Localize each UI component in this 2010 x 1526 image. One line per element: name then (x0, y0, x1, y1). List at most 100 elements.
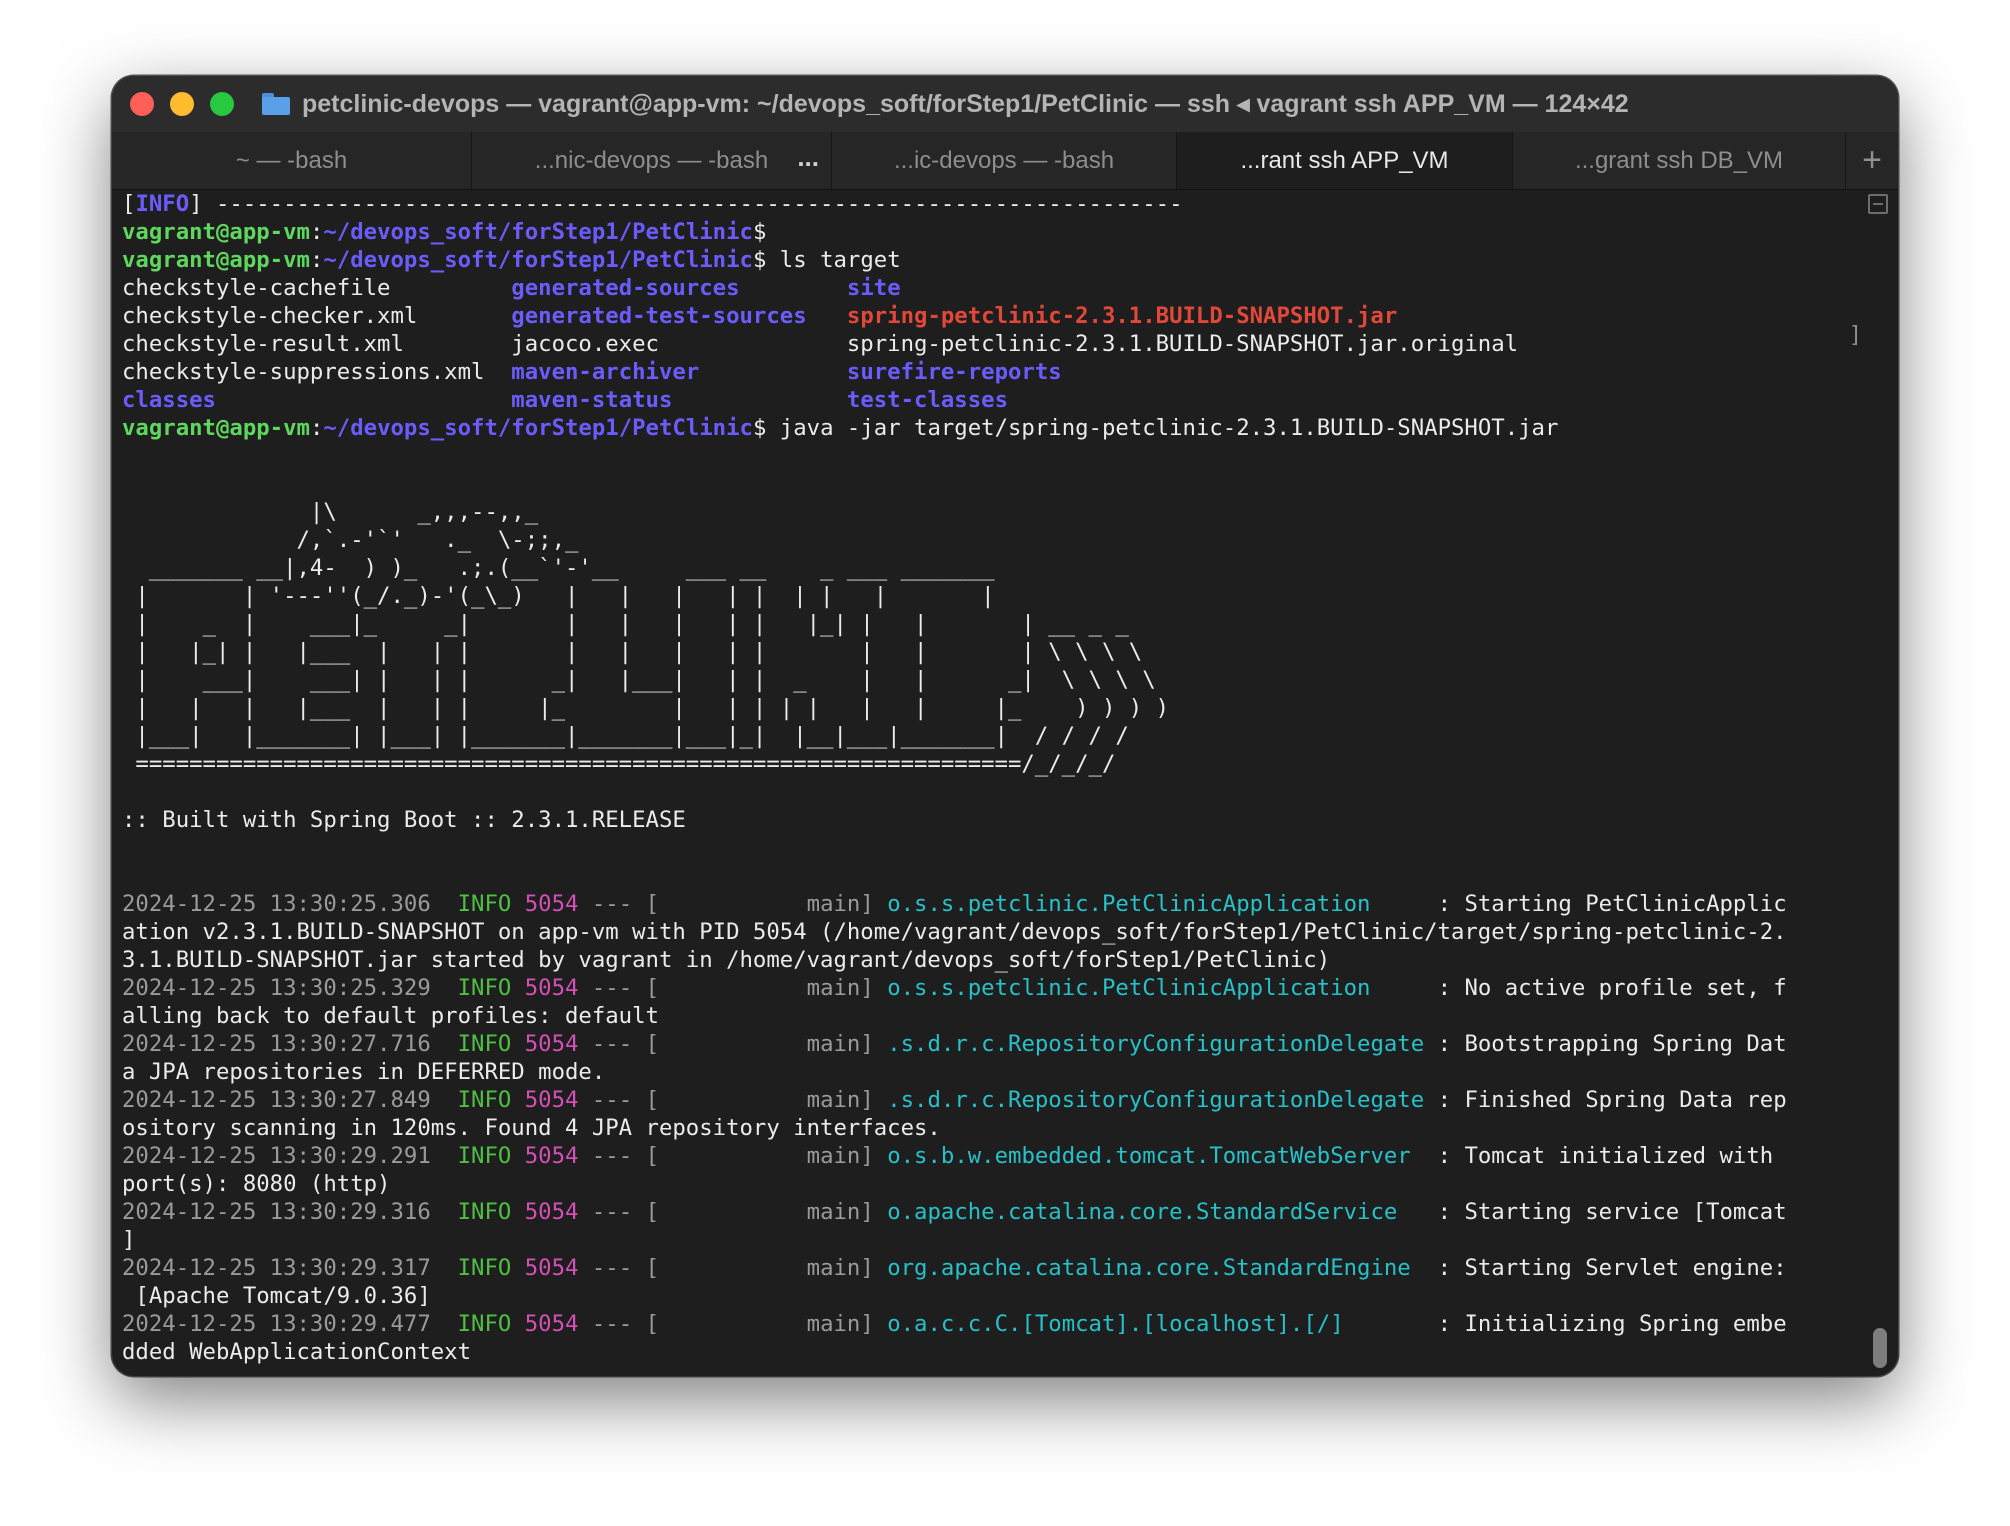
terminal-segment: 2024-12-25 13:30:29.291 (122, 1143, 458, 1169)
scroll-thumb[interactable] (1873, 1328, 1887, 1368)
terminal-line: checkstyle-checker.xml generated-test-so… (122, 302, 1862, 330)
tab-4[interactable]: ...rant ssh APP_VM (1177, 132, 1513, 189)
scrollbar[interactable] (1868, 190, 1890, 1376)
terminal-segment: 3.1.BUILD-SNAPSHOT.jar started by vagran… (122, 947, 1331, 973)
terminal-segment: ~/devops_soft/forStep1/PetClinic (323, 219, 753, 245)
terminal-line: 2024-12-25 13:30:27.849 INFO 5054 --- [ … (122, 1086, 1862, 1114)
terminal-segment (511, 891, 524, 917)
tab-bar: ~ — -bash ...nic-devops — -bash... ...ic-d… (112, 132, 1898, 190)
terminal-line: ​ (122, 470, 1862, 498)
terminal-segment: $ ls target (752, 247, 901, 273)
terminal-segment: 2024-12-25 13:30:29.477 (122, 1311, 458, 1337)
terminal-segment (699, 359, 847, 385)
terminal-segment: vagrant@app-vm (122, 247, 310, 273)
title-bar[interactable]: petclinic-devops — vagrant@app-vm: ~/dev… (112, 76, 1898, 132)
zoom-window-button[interactable] (210, 92, 234, 116)
terminal-line: ========================================… (122, 750, 1862, 778)
new-tab-button[interactable]: + (1846, 132, 1898, 189)
terminal-line: vagrant@app-vm:~/devops_soft/forStep1/Pe… (122, 414, 1862, 442)
terminal-segment: site (846, 275, 901, 301)
terminal-window: petclinic-devops — vagrant@app-vm: ~/dev… (112, 76, 1898, 1376)
terminal-segment: ository scanning in 120ms. Found 4 JPA r… (122, 1115, 941, 1141)
terminal-segment: 5054 (524, 1143, 579, 1169)
terminal-line: _______ __|,4- ) )_ .;.(__`'-'__ ___ __ … (122, 554, 1862, 582)
terminal-segment: |\ _,,,--,,_ (122, 499, 539, 525)
tab-5[interactable]: ...grant ssh DB_VM (1513, 132, 1846, 189)
terminal-line: ation v2.3.1.BUILD-SNAPSHOT on app-vm wi… (122, 918, 1862, 946)
terminal-segment: --- [ main] (578, 975, 888, 1001)
terminal-segment: | | '---''(_/._)-'(_\_) | | | | | | | | … (122, 583, 995, 609)
terminal-line: ository scanning in 120ms. Found 4 JPA r… (122, 1114, 1862, 1142)
terminal-line: vagrant@app-vm:~/devops_soft/forStep1/Pe… (122, 218, 1862, 246)
terminal-line: 3.1.BUILD-SNAPSHOT.jar started by vagran… (122, 946, 1862, 974)
terminal-segment: : (309, 415, 324, 441)
terminal-segment: .s.d.r.c.RepositoryConfigurationDelegate (887, 1031, 1425, 1057)
terminal-output[interactable]: [INFO] ---------------------------------… (122, 190, 1862, 1370)
terminal-segment: : Starting service [Tomcat (1424, 1199, 1787, 1225)
terminal-segment: 2024-12-25 13:30:29.316 (122, 1199, 458, 1225)
terminal-segment (511, 1255, 524, 1281)
terminal-segment: : Initializing Spring embe (1424, 1311, 1787, 1337)
terminal-segment: generated-test-sources (511, 303, 807, 329)
terminal-line: ​ (122, 778, 1862, 806)
terminal-segment: alling back to default profiles: default (122, 1003, 659, 1029)
window-title: petclinic-devops — vagrant@app-vm: ~/dev… (302, 90, 1629, 118)
terminal-segment: ation v2.3.1.BUILD-SNAPSHOT on app-vm wi… (122, 919, 1787, 945)
terminal-segment: | ___| ___| | | | _| |___| | | _ | | _| … (122, 667, 1156, 693)
terminal-line: | _ | ___|_ _| | | | | | |_| | | | __ _ … (122, 610, 1862, 638)
terminal-line: a JPA repositories in DEFERRED mode. (122, 1058, 1862, 1086)
terminal-segment: 5054 (524, 975, 579, 1001)
terminal-line: | ___| ___| | | | _| |___| | | _ | | _| … (122, 666, 1862, 694)
terminal-segment: INFO (457, 1199, 512, 1225)
terminal-line: /,`.-'`' ._ \-;;,_ (122, 526, 1862, 554)
minimize-window-button[interactable] (170, 92, 194, 116)
terminal-segment (511, 1311, 524, 1337)
terminal-segment: --- [ main] (578, 1031, 888, 1057)
tab-1[interactable]: ~ — -bash (112, 132, 472, 189)
terminal-segment: INFO (457, 1255, 512, 1281)
terminal-segment: --- [ main] (578, 1311, 888, 1337)
terminal-segment: 5054 (524, 1031, 579, 1057)
terminal-segment: $ (752, 219, 767, 245)
terminal-segment: .s.d.r.c.RepositoryConfigurationDelegate (887, 1087, 1425, 1113)
terminal-segment: vagrant@app-vm (122, 415, 310, 441)
terminal-segment: : (309, 247, 324, 273)
terminal-segment (740, 275, 847, 301)
tab-options-icon[interactable]: ... (797, 142, 819, 173)
terminal-line: |\ _,,,--,,_ (122, 498, 1862, 526)
terminal-line: 2024-12-25 13:30:29.291 INFO 5054 --- [ … (122, 1142, 1862, 1170)
terminal-line: ​ (122, 442, 1862, 470)
terminal-segment: o.a.c.c.C.[Tomcat].[localhost].[/] (887, 1311, 1425, 1337)
terminal-segment (511, 975, 524, 1001)
terminal-line: ​ (122, 834, 1862, 862)
terminal-segment: INFO (457, 1031, 512, 1057)
terminal-segment: _______ __|,4- ) )_ .;.(__`'-'__ ___ __ … (122, 555, 995, 581)
terminal-segment: : Tomcat initialized with (1424, 1143, 1774, 1169)
terminal-segment: 2024-12-25 13:30:29.317 (122, 1255, 458, 1281)
terminal-segment: spring-petclinic-2.3.1.BUILD-SNAPSHOT.ja… (846, 303, 1398, 329)
terminal-line: vagrant@app-vm:~/devops_soft/forStep1/Pe… (122, 246, 1862, 274)
terminal-segment: ~/devops_soft/forStep1/PetClinic (323, 415, 753, 441)
terminal-segment: org.apache.catalina.core.StandardEngine (887, 1255, 1425, 1281)
terminal-segment (807, 303, 847, 329)
traffic-lights (130, 92, 234, 116)
terminal-segment: ] (122, 1227, 136, 1253)
scroll-marker-icon[interactable] (1868, 194, 1888, 214)
terminal-segment: : (309, 219, 324, 245)
tab-2[interactable]: ...nic-devops — -bash... (472, 132, 832, 189)
terminal-segment: INFO (135, 191, 190, 217)
terminal-segment: | |_| | |___ | | | | | | | | | | | \ \ \… (122, 639, 1143, 665)
terminal-segment: 2024-12-25 13:30:25.329 (122, 975, 458, 1001)
terminal-line: [Apache Tomcat/9.0.36] (122, 1282, 1862, 1310)
terminal-line: | | '---''(_/._)-'(_\_) | | | | | | | | … (122, 582, 1862, 610)
terminal-segment: : No active profile set, f (1424, 975, 1787, 1001)
terminal-segment: --- [ main] (578, 1199, 888, 1225)
terminal-segment: classes (122, 387, 216, 413)
terminal-segment: : Bootstrapping Spring Dat (1424, 1031, 1787, 1057)
terminal-segment: INFO (457, 1311, 512, 1337)
terminal-segment: 5054 (524, 1255, 579, 1281)
tab-3[interactable]: ...ic-devops — -bash (832, 132, 1177, 189)
close-window-button[interactable] (130, 92, 154, 116)
terminal-segment (216, 387, 511, 413)
terminal-segment: /,`.-'`' ._ \-;;,_ (122, 527, 579, 553)
